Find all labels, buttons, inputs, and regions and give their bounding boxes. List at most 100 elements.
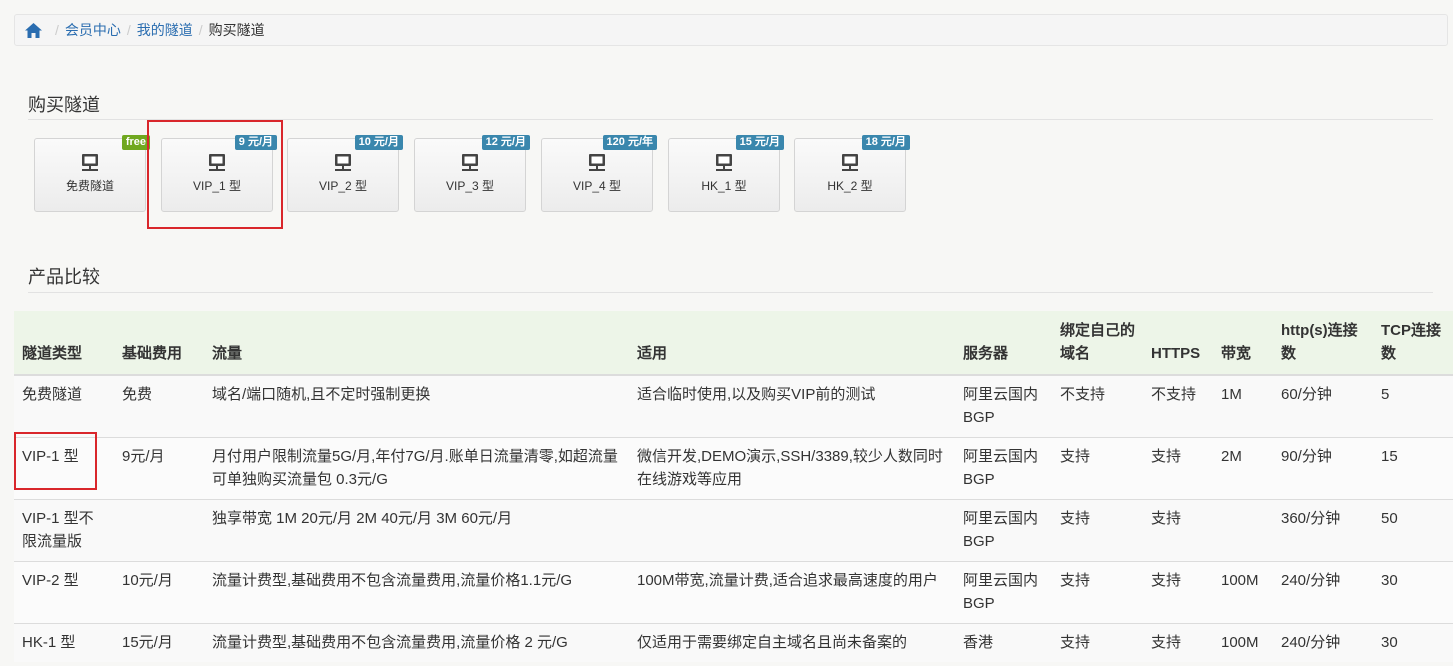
table-cell: 240/分钟 [1273,623,1373,662]
table-cell: 仅适用于需要绑定自主域名且尚未备案的 [629,623,955,662]
compare-section-title: 产品比较 [28,267,100,287]
table-cell: 流量计费型,基础费用不包含流量费用,流量价格 2 元/G [204,623,629,662]
table-header-cell: TCP连接数 [1373,311,1453,376]
section-divider [28,292,1433,293]
server-icon [334,153,352,173]
table-row: VIP-1 型不限流量版 独享带宽 1M 20元/月 2M 40元/月 3M 60… [14,499,1453,562]
price-badge: 18 元/月 [861,135,910,150]
table-cell: 支持 [1143,623,1213,662]
server-icon [461,153,479,173]
table-cell: 支持 [1143,499,1213,562]
table-cell: 90/分钟 [1273,437,1373,500]
highlight-box-vip1-row [14,432,97,490]
table-cell: 支持 [1052,437,1143,500]
table-row: VIP-1 型 9元/月 月付用户限制流量5G/月,年付7G/月.账单日流量清零,如… [14,437,1453,500]
table-cell: 阿里云国内BGP [955,374,1052,438]
price-badge: 10 元/月 [354,135,403,150]
tunnel-button-6[interactable]: HK_2 型 18 元/月 [794,135,910,212]
table-cell: 不支持 [1143,374,1213,438]
table-header-cell: 绑定自己的域名 [1052,311,1143,376]
price-badge: free [121,135,150,150]
table-cell: 月付用户限制流量5G/月,年付7G/月.账单日流量清零,如超流量可单独购买流量包… [204,437,629,500]
highlight-box-vip1-button [147,120,283,229]
table-cell: 支持 [1143,561,1213,624]
server-icon [588,153,606,173]
table-cell: 360/分钟 [1273,499,1373,562]
purchase-section-title: 购买隧道 [28,95,100,115]
breadcrumb-link-my-tunnels[interactable]: 我的隧道 [137,20,193,40]
table-cell: 30 [1373,561,1453,624]
table-cell: VIP-1 型不限流量版 [14,499,114,562]
table-header-cell: 适用 [629,311,955,376]
home-icon[interactable] [25,21,43,39]
table-cell: 支持 [1143,437,1213,500]
product-comparison-table: 隧道类型 基础费用 流量 适用 服务器 绑定自己的域名 HTTPS 带宽 http(s)连接数 T… [14,311,1453,662]
table-cell: 独享带宽 1M 20元/月 2M 40元/月 3M 60元/月 [204,499,629,562]
table-cell: 5 [1373,374,1453,438]
tunnel-button-0[interactable]: 免费隧道 free [34,135,150,212]
breadcrumb: / 会员中心 / 我的隧道 / 购买隧道 [14,14,1448,46]
price-badge: 120 元/年 [602,135,657,150]
table-cell: 30 [1373,623,1453,662]
price-badge: 12 元/月 [481,135,530,150]
tunnel-button-4[interactable]: VIP_4 型 120 元/年 [541,135,657,212]
tunnel-button-2[interactable]: VIP_2 型 10 元/月 [287,135,403,212]
breadcrumb-separator: / [126,22,131,38]
breadcrumb-separator: / [198,22,203,38]
breadcrumb-current: 购买隧道 [208,22,265,38]
table-cell: 支持 [1052,499,1143,562]
table-cell: 支持 [1052,561,1143,624]
table-cell: 100M带宽,流量计费,适合追求最高速度的用户 [629,561,955,624]
tunnel-button-label: 免费隧道 [65,179,114,193]
table-cell: 阿里云国内BGP [955,437,1052,500]
table-cell: 域名/端口随机,且不定时强制更换 [204,374,629,438]
table-row: 免费隧道 免费 域名/端口随机,且不定时强制更换 适合临时使用,以及购买VIP前的测试… [14,374,1453,438]
table-cell [114,499,204,562]
table-cell: 9元/月 [114,437,204,500]
tunnel-button-label: VIP_3 型 [445,179,495,193]
table-cell: 免费 [114,374,204,438]
table-cell: 50 [1373,499,1453,562]
table-cell: 240/分钟 [1273,561,1373,624]
breadcrumb-link-member-center[interactable]: 会员中心 [65,20,121,40]
table-cell: 香港 [955,623,1052,662]
table-cell: 微信开发,DEMO演示,SSH/3389,较少人数同时在线游戏等应用 [629,437,955,500]
price-badge: 15 元/月 [735,135,784,150]
tunnel-button-label: VIP_2 型 [318,179,368,193]
table-header-cell: 服务器 [955,311,1052,376]
table-cell: 100M [1213,623,1273,662]
breadcrumb-separator: / [55,22,59,38]
table-header-cell: http(s)连接数 [1273,311,1373,376]
table-cell: 1M [1213,374,1273,438]
tunnel-button-5[interactable]: HK_1 型 15 元/月 [668,135,784,212]
table-cell: 不支持 [1052,374,1143,438]
table-cell [629,499,955,562]
table-cell [1213,499,1273,562]
table-body: 免费隧道 免费 域名/端口随机,且不定时强制更换 适合临时使用,以及购买VIP前的测试… [14,374,1453,662]
table-cell: 支持 [1052,623,1143,662]
table-cell: 免费隧道 [14,374,114,438]
table-cell: 100M [1213,561,1273,624]
table-cell: 10元/月 [114,561,204,624]
table-header-cell: 带宽 [1213,311,1273,376]
tunnel-button-3[interactable]: VIP_3 型 12 元/月 [414,135,530,212]
table-cell: 适合临时使用,以及购买VIP前的测试 [629,374,955,438]
table-cell: 阿里云国内BGP [955,561,1052,624]
table-cell: 流量计费型,基础费用不包含流量费用,流量价格1.1元/G [204,561,629,624]
table-cell: 阿里云国内BGP [955,499,1052,562]
table-header-row: 隧道类型 基础费用 流量 适用 服务器 绑定自己的域名 HTTPS 带宽 http(s)连接数 T… [14,311,1453,376]
tunnel-button-label: HK_1 型 [701,179,747,193]
table-cell: HK-1 型 [14,623,114,662]
table-cell: 60/分钟 [1273,374,1373,438]
table-row: HK-1 型 15元/月 流量计费型,基础费用不包含流量费用,流量价格 2 元/G 仅… [14,623,1453,662]
server-icon [841,153,859,173]
table-cell: VIP-2 型 [14,561,114,624]
table-row: VIP-2 型 10元/月 流量计费型,基础费用不包含流量费用,流量价格1.1元/G… [14,561,1453,624]
tunnel-button-label: HK_2 型 [827,179,873,193]
server-icon [81,153,99,173]
table-cell: 15 [1373,437,1453,500]
table-header-cell: 隧道类型 [14,311,114,376]
tunnel-button-label: VIP_4 型 [572,179,622,193]
server-icon [715,153,733,173]
table-header-cell: HTTPS [1143,311,1213,376]
